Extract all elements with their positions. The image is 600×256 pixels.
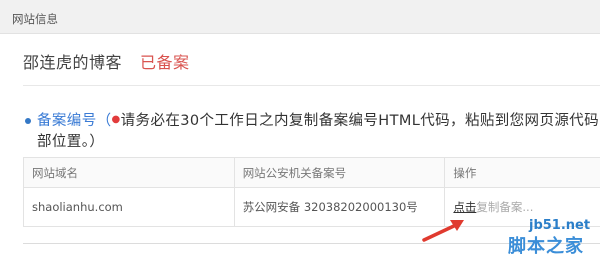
red-dot-icon: ● — [111, 114, 121, 125]
copy-code-link[interactable]: 点击 — [453, 200, 476, 214]
divider — [23, 85, 600, 86]
table-row: shaolianhu.com 苏公网安备 32038202000130号 点击复… — [23, 187, 600, 227]
column-header-domain: 网站域名 — [23, 157, 235, 188]
site-status-badge: 已备案 — [140, 53, 190, 72]
cell-domain: shaolianhu.com — [23, 187, 235, 227]
notice-text: 备案编号（●请务必在30个工作日之内复制备案编号HTML代码，粘贴到您网页源代码… — [37, 109, 600, 130]
column-header-action: 操作 — [444, 157, 600, 188]
cell-record: 苏公网安备 32038202000130号 — [233, 187, 446, 227]
notice-label: 备案编号（ — [37, 113, 112, 129]
bullet-icon — [25, 118, 31, 124]
copy-code-text: 复制备案... — [476, 200, 534, 214]
notice-text-continued: 部位置。） — [37, 134, 105, 150]
table-header-row: 网站域名 网站公安机关备案号 操作 — [23, 157, 600, 188]
watermark-site: jb51.net — [529, 218, 591, 233]
column-header-record: 网站公安机关备案号 — [233, 157, 446, 188]
notice-message: 请务必在30个工作日之内复制备案编号HTML代码，粘贴到您网页源代码的底 — [120, 113, 600, 129]
section-header: 网站信息 — [0, 0, 600, 34]
record-table: 网站域名 网站公安机关备案号 操作 shaolianhu.com 苏公网安备 3… — [23, 157, 600, 227]
site-name: 邵连虎的博客 — [23, 53, 123, 72]
red-arrow-icon — [422, 220, 464, 242]
watermark-logo: 脚本之家 — [508, 236, 584, 256]
section-title: 网站信息 — [12, 12, 58, 26]
